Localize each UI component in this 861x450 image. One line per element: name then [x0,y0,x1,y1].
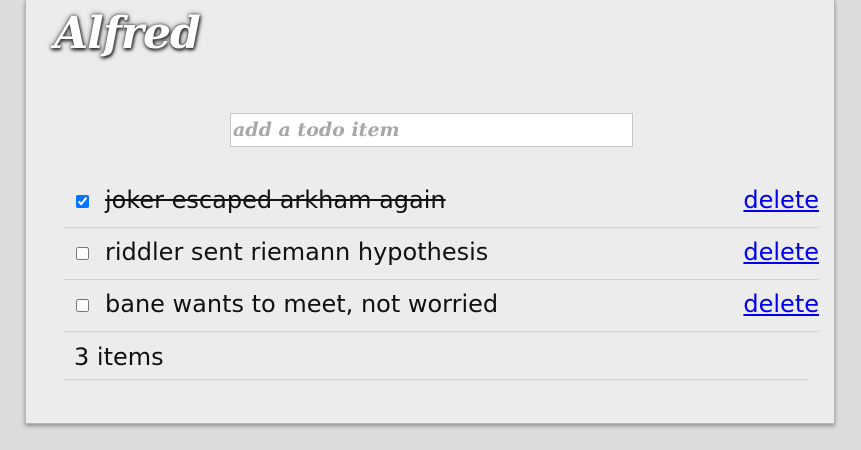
delete-link[interactable]: delete [743,238,819,266]
todo-item: bane wants to meet, not worried delete [64,280,819,332]
todo-checkbox[interactable] [76,195,89,208]
todo-item: joker escaped arkham again delete [64,176,819,228]
delete-link[interactable]: delete [743,186,819,214]
todo-text: joker escaped arkham again [105,186,446,214]
todo-item: riddler sent riemann hypothesis delete [64,228,819,280]
todo-checkbox[interactable] [76,299,89,312]
app-card: Alfred joker escaped arkham again delete… [25,0,835,424]
new-todo-input[interactable] [230,113,633,147]
item-count: 3 items [74,343,164,371]
app-logo: Alfred [54,8,201,59]
todo-checkbox[interactable] [76,247,89,260]
todo-text: bane wants to meet, not worried [105,290,499,318]
todo-footer: 3 items [64,332,809,380]
todo-list: joker escaped arkham again delete riddle… [64,176,819,332]
todo-text: riddler sent riemann hypothesis [105,238,489,266]
delete-link[interactable]: delete [743,290,819,318]
